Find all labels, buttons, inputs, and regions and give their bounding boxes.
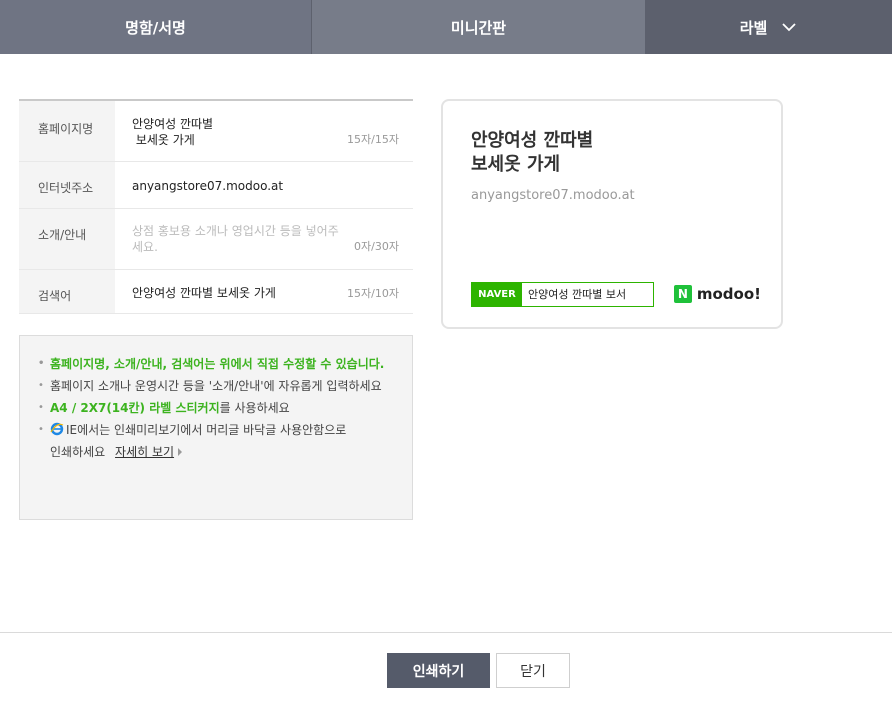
notice-item: 홈페이지 소개나 운영시간 등을 '소개/안내'에 자유롭게 입력하세요: [38, 375, 394, 397]
field-label: 검색어: [19, 270, 115, 313]
preview-title: 안양여성 깐따별 보세옷 가게: [471, 129, 593, 177]
url-value: anyangstore07.modoo.at: [132, 179, 284, 193]
notice-item: IE에서는 인쇄미리보기에서 머리글 바닥글 사용안함으로 인쇄하세요 자세히 …: [38, 419, 394, 463]
footer-divider: [0, 632, 892, 633]
form-row-url: 인터넷주소 anyangstore07.modoo.at: [19, 162, 413, 209]
intro-textarea[interactable]: 상점 홍보용 소개나 영업시간 등을 넣어주세요. 0자/30자: [115, 209, 413, 269]
naver-badge: NAVER: [472, 283, 522, 306]
notice-item: A4 / 2X7(14칸) 라벨 스티커지를 사용하세요: [38, 397, 394, 419]
chevron-down-icon: [782, 23, 796, 32]
preview-title-line1: 안양여성 깐따별: [471, 130, 594, 151]
keyword-value: 안양여성 깐따별 보세옷 가게: [132, 286, 276, 300]
details-link[interactable]: 자세히 보기: [115, 445, 174, 459]
arrow-right-icon: [178, 448, 183, 456]
tab-label: 라벨: [739, 18, 768, 37]
modoo-logo-text: modoo!: [696, 285, 761, 303]
notice-text: 인쇄하세요: [50, 445, 106, 459]
tab-label-sticker[interactable]: 라벨: [645, 0, 892, 54]
notice-text: 를 사용하세요: [219, 401, 290, 415]
tab-business-card[interactable]: 명함/서명: [0, 0, 312, 54]
char-count: 0자/30자: [354, 240, 399, 253]
homepage-name-input[interactable]: 안양여성 깐따별 보세옷 가게 15자/15자: [115, 101, 413, 161]
internet-explorer-icon: [50, 422, 64, 436]
close-button[interactable]: 닫기: [496, 653, 570, 688]
intro-placeholder: 상점 홍보용 소개나 영업시간 등을 넣어주세요.: [132, 224, 339, 254]
tab-label: 미니간판: [450, 18, 507, 37]
label-form: 홈페이지명 안양여성 깐따별 보세옷 가게 15자/15자 인터넷주소 anya…: [19, 99, 413, 314]
keyword-input[interactable]: 안양여성 깐따별 보세옷 가게 15자/10자: [115, 270, 413, 313]
form-row-intro: 소개/안내 상점 홍보용 소개나 영업시간 등을 넣어주세요. 0자/30자: [19, 209, 413, 270]
form-row-homepage-name: 홈페이지명 안양여성 깐따별 보세옷 가게 15자/15자: [19, 101, 413, 162]
print-button[interactable]: 인쇄하기: [387, 653, 490, 688]
field-label: 홈페이지명: [19, 101, 115, 161]
char-count: 15자/15자: [347, 133, 399, 146]
naver-search-box: NAVER 안양여성 깐따별 보서: [471, 282, 654, 307]
notice-item: 홈페이지명, 소개/안내, 검색어는 위에서 직접 수정할 수 있습니다.: [38, 353, 394, 375]
form-row-keyword: 검색어 안양여성 깐따별 보세옷 가게 15자/10자: [19, 270, 413, 314]
homepage-name-line1: 안양여성 깐따별: [132, 117, 214, 131]
label-preview: 안양여성 깐따별 보세옷 가게 anyangstore07.modoo.at N…: [441, 99, 783, 329]
naver-search-text: 안양여성 깐따별 보서: [528, 288, 627, 301]
field-label: 인터넷주소: [19, 162, 115, 208]
preview-url: anyangstore07.modoo.at: [471, 188, 635, 203]
char-count: 15자/10자: [347, 287, 399, 300]
tab-bar: 명함/서명 미니간판 라벨: [0, 0, 892, 54]
notice-highlight: A4 / 2X7(14칸) 라벨 스티커지: [50, 401, 220, 415]
modoo-logo: N modoo!: [673, 285, 761, 303]
modoo-logo-icon: N: [673, 285, 692, 303]
tab-mini-signboard[interactable]: 미니간판: [312, 0, 645, 54]
preview-title-line2: 보세옷 가게: [471, 154, 561, 175]
notice-text: IE에서는 인쇄미리보기에서 머리글 바닥글 사용안함으로: [66, 423, 347, 437]
notice-box: 홈페이지명, 소개/안내, 검색어는 위에서 직접 수정할 수 있습니다. 홈페…: [19, 335, 413, 520]
field-label: 소개/안내: [19, 209, 115, 269]
tab-label: 명함/서명: [125, 18, 186, 37]
